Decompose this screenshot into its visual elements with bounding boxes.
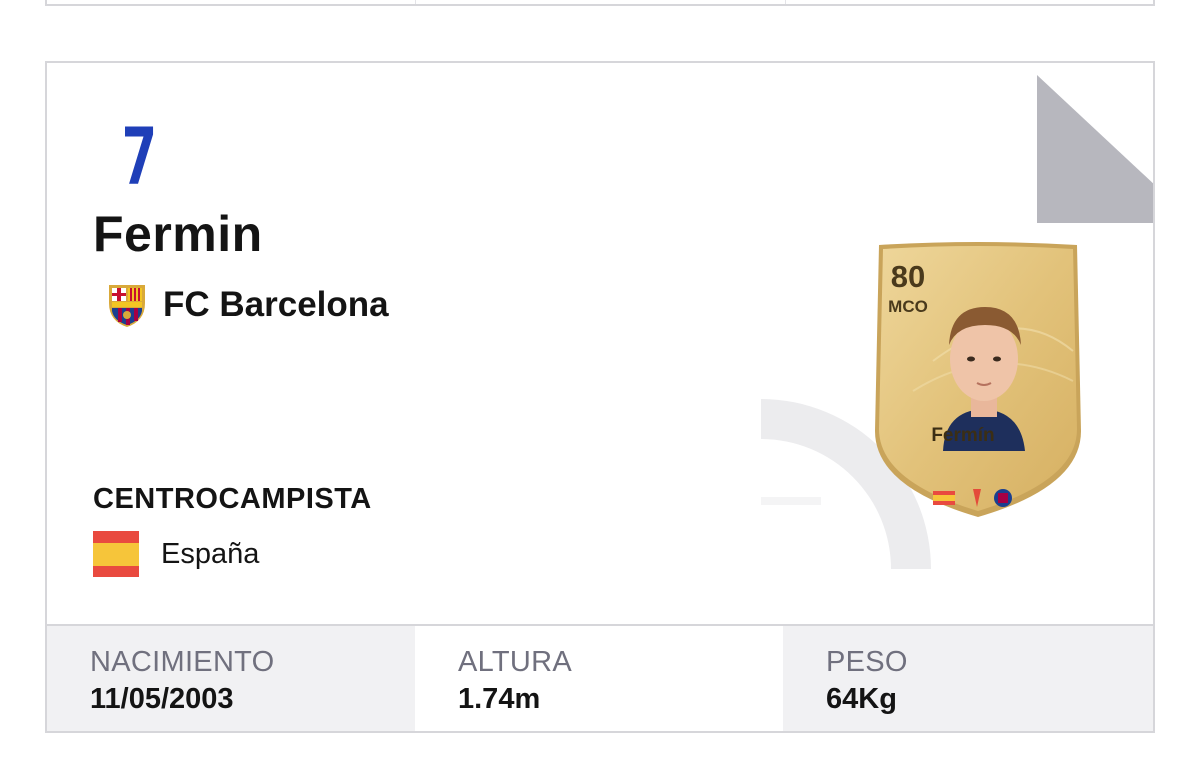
stat-weight: PESO 64Kg: [783, 626, 1153, 731]
divider: [415, 0, 416, 4]
stat-value: 1.74m: [458, 683, 541, 715]
barcelona-crest-icon: [109, 285, 145, 327]
stat-height: ALTURA 1.74m: [415, 626, 783, 731]
divider: [785, 0, 786, 4]
stat-value: 64Kg: [826, 683, 897, 715]
stat-birth: NACIMIENTO 11/05/2003: [47, 626, 415, 731]
player-name: Fermin: [93, 206, 263, 262]
previous-card-edge: [45, 0, 1155, 6]
club-name: FC Barcelona: [163, 285, 389, 324]
club-link[interactable]: FC Barcelona: [105, 281, 389, 329]
stat-value: 11/05/2003: [90, 683, 234, 715]
nationality-name: España: [161, 537, 260, 570]
stat-label: NACIMIENTO: [90, 646, 275, 678]
player-profile-card: 7 Fermin FC Barcelona 80 MCO Fermín CENT…: [45, 61, 1155, 733]
shirt-number: 7: [121, 113, 158, 203]
card-player-name: Fermín: [931, 425, 995, 446]
decorative-triangle: [1037, 75, 1153, 223]
stat-label: ALTURA: [458, 646, 573, 678]
stat-label: PESO: [826, 646, 908, 678]
player-position: CENTROCAMPISTA: [93, 483, 372, 515]
nationality: España: [93, 531, 259, 577]
spain-flag-icon: [93, 531, 139, 577]
player-stats-bar: NACIMIENTO 11/05/2003 ALTURA 1.74m PESO …: [47, 624, 1153, 731]
card-position: MCO: [888, 297, 928, 316]
card-rating: 80: [890, 259, 926, 294]
